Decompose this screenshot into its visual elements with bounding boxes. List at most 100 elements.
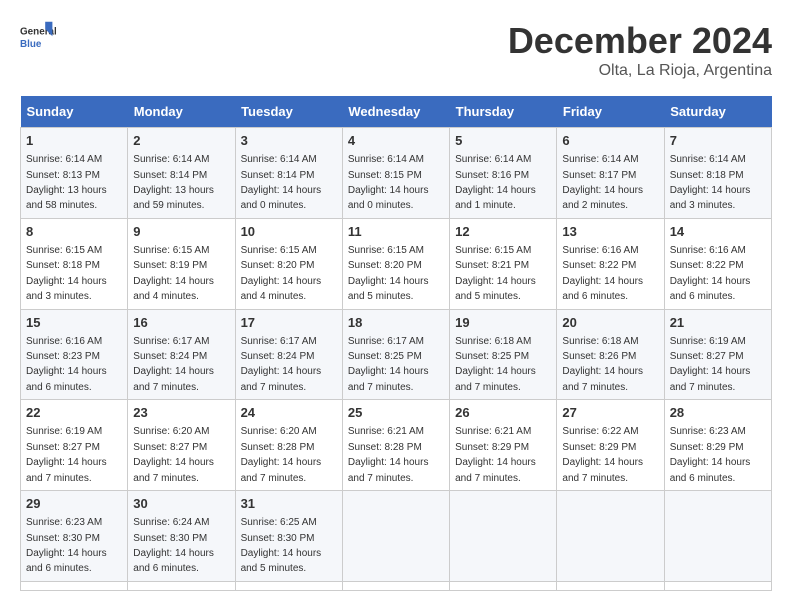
calendar-cell: 31 Sunrise: 6:25 AMSunset: 8:30 PMDaylig… <box>235 491 342 582</box>
day-number: 15 <box>26 314 122 332</box>
day-info: Sunrise: 6:20 AMSunset: 8:27 PMDaylight:… <box>133 426 214 483</box>
day-number: 2 <box>133 132 229 150</box>
day-number: 11 <box>348 223 444 241</box>
calendar-cell <box>450 581 557 590</box>
day-number: 23 <box>133 404 229 422</box>
day-info: Sunrise: 6:18 AMSunset: 8:25 PMDaylight:… <box>455 336 536 393</box>
day-number: 3 <box>241 132 337 150</box>
day-number: 19 <box>455 314 551 332</box>
calendar-cell: 14 Sunrise: 6:16 AMSunset: 8:22 PMDaylig… <box>664 218 771 309</box>
day-number: 7 <box>670 132 766 150</box>
day-info: Sunrise: 6:17 AMSunset: 8:25 PMDaylight:… <box>348 336 429 393</box>
header-thursday: Thursday <box>450 96 557 128</box>
calendar-cell: 23 Sunrise: 6:20 AMSunset: 8:27 PMDaylig… <box>128 400 235 491</box>
calendar-cell: 5 Sunrise: 6:14 AMSunset: 8:16 PMDayligh… <box>450 128 557 219</box>
day-info: Sunrise: 6:14 AMSunset: 8:18 PMDaylight:… <box>670 154 751 211</box>
day-info: Sunrise: 6:15 AMSunset: 8:20 PMDaylight:… <box>241 245 322 302</box>
logo-icon: GeneralBlue <box>20 20 56 56</box>
calendar-cell: 3 Sunrise: 6:14 AMSunset: 8:14 PMDayligh… <box>235 128 342 219</box>
day-info: Sunrise: 6:23 AMSunset: 8:30 PMDaylight:… <box>26 517 107 574</box>
day-info: Sunrise: 6:14 AMSunset: 8:17 PMDaylight:… <box>562 154 643 211</box>
day-number: 6 <box>562 132 658 150</box>
day-number: 17 <box>241 314 337 332</box>
day-number: 28 <box>670 404 766 422</box>
day-info: Sunrise: 6:14 AMSunset: 8:14 PMDaylight:… <box>241 154 322 211</box>
calendar-cell: 6 Sunrise: 6:14 AMSunset: 8:17 PMDayligh… <box>557 128 664 219</box>
logo: GeneralBlue <box>20 20 56 56</box>
day-info: Sunrise: 6:23 AMSunset: 8:29 PMDaylight:… <box>670 426 751 483</box>
calendar-cell: 21 Sunrise: 6:19 AMSunset: 8:27 PMDaylig… <box>664 309 771 400</box>
calendar-cell: 13 Sunrise: 6:16 AMSunset: 8:22 PMDaylig… <box>557 218 664 309</box>
calendar-cell <box>235 581 342 590</box>
calendar-cell <box>664 581 771 590</box>
calendar-cell: 1 Sunrise: 6:14 AMSunset: 8:13 PMDayligh… <box>21 128 128 219</box>
day-info: Sunrise: 6:22 AMSunset: 8:29 PMDaylight:… <box>562 426 643 483</box>
calendar-cell <box>342 491 449 582</box>
header-wednesday: Wednesday <box>342 96 449 128</box>
day-info: Sunrise: 6:16 AMSunset: 8:22 PMDaylight:… <box>670 245 751 302</box>
calendar-cell: 10 Sunrise: 6:15 AMSunset: 8:20 PMDaylig… <box>235 218 342 309</box>
calendar-cell <box>450 491 557 582</box>
calendar-row: 29 Sunrise: 6:23 AMSunset: 8:30 PMDaylig… <box>21 491 772 582</box>
calendar-table: Sunday Monday Tuesday Wednesday Thursday… <box>20 96 772 591</box>
day-number: 21 <box>670 314 766 332</box>
header-sunday: Sunday <box>21 96 128 128</box>
day-number: 27 <box>562 404 658 422</box>
page-header: GeneralBlue December 2024 Olta, La Rioja… <box>20 20 772 80</box>
calendar-cell <box>557 581 664 590</box>
calendar-cell: 27 Sunrise: 6:22 AMSunset: 8:29 PMDaylig… <box>557 400 664 491</box>
calendar-row: 1 Sunrise: 6:14 AMSunset: 8:13 PMDayligh… <box>21 128 772 219</box>
day-info: Sunrise: 6:14 AMSunset: 8:14 PMDaylight:… <box>133 154 214 211</box>
calendar-cell <box>21 581 128 590</box>
day-number: 31 <box>241 495 337 513</box>
calendar-cell: 24 Sunrise: 6:20 AMSunset: 8:28 PMDaylig… <box>235 400 342 491</box>
location: Olta, La Rioja, Argentina <box>508 62 772 80</box>
day-info: Sunrise: 6:14 AMSunset: 8:16 PMDaylight:… <box>455 154 536 211</box>
calendar-cell: 29 Sunrise: 6:23 AMSunset: 8:30 PMDaylig… <box>21 491 128 582</box>
calendar-cell: 28 Sunrise: 6:23 AMSunset: 8:29 PMDaylig… <box>664 400 771 491</box>
calendar-cell: 16 Sunrise: 6:17 AMSunset: 8:24 PMDaylig… <box>128 309 235 400</box>
day-number: 25 <box>348 404 444 422</box>
calendar-cell: 25 Sunrise: 6:21 AMSunset: 8:28 PMDaylig… <box>342 400 449 491</box>
day-number: 16 <box>133 314 229 332</box>
day-info: Sunrise: 6:20 AMSunset: 8:28 PMDaylight:… <box>241 426 322 483</box>
day-info: Sunrise: 6:15 AMSunset: 8:18 PMDaylight:… <box>26 245 107 302</box>
calendar-cell <box>557 491 664 582</box>
calendar-row: 8 Sunrise: 6:15 AMSunset: 8:18 PMDayligh… <box>21 218 772 309</box>
calendar-cell: 2 Sunrise: 6:14 AMSunset: 8:14 PMDayligh… <box>128 128 235 219</box>
calendar-cell: 8 Sunrise: 6:15 AMSunset: 8:18 PMDayligh… <box>21 218 128 309</box>
day-info: Sunrise: 6:16 AMSunset: 8:23 PMDaylight:… <box>26 336 107 393</box>
calendar-cell <box>664 491 771 582</box>
day-info: Sunrise: 6:15 AMSunset: 8:19 PMDaylight:… <box>133 245 214 302</box>
calendar-cell <box>342 581 449 590</box>
day-number: 4 <box>348 132 444 150</box>
day-number: 26 <box>455 404 551 422</box>
day-info: Sunrise: 6:15 AMSunset: 8:20 PMDaylight:… <box>348 245 429 302</box>
day-info: Sunrise: 6:14 AMSunset: 8:13 PMDaylight:… <box>26 154 107 211</box>
calendar-cell: 7 Sunrise: 6:14 AMSunset: 8:18 PMDayligh… <box>664 128 771 219</box>
title-block: December 2024 Olta, La Rioja, Argentina <box>508 20 772 80</box>
day-info: Sunrise: 6:14 AMSunset: 8:15 PMDaylight:… <box>348 154 429 211</box>
day-number: 22 <box>26 404 122 422</box>
svg-text:Blue: Blue <box>20 39 42 50</box>
day-number: 20 <box>562 314 658 332</box>
calendar-cell: 12 Sunrise: 6:15 AMSunset: 8:21 PMDaylig… <box>450 218 557 309</box>
day-number: 9 <box>133 223 229 241</box>
day-number: 24 <box>241 404 337 422</box>
calendar-cell: 26 Sunrise: 6:21 AMSunset: 8:29 PMDaylig… <box>450 400 557 491</box>
day-info: Sunrise: 6:24 AMSunset: 8:30 PMDaylight:… <box>133 517 214 574</box>
day-info: Sunrise: 6:16 AMSunset: 8:22 PMDaylight:… <box>562 245 643 302</box>
day-number: 12 <box>455 223 551 241</box>
day-info: Sunrise: 6:19 AMSunset: 8:27 PMDaylight:… <box>670 336 751 393</box>
header-monday: Monday <box>128 96 235 128</box>
calendar-row: 15 Sunrise: 6:16 AMSunset: 8:23 PMDaylig… <box>21 309 772 400</box>
day-info: Sunrise: 6:17 AMSunset: 8:24 PMDaylight:… <box>241 336 322 393</box>
day-number: 1 <box>26 132 122 150</box>
day-info: Sunrise: 6:15 AMSunset: 8:21 PMDaylight:… <box>455 245 536 302</box>
calendar-cell: 18 Sunrise: 6:17 AMSunset: 8:25 PMDaylig… <box>342 309 449 400</box>
day-number: 29 <box>26 495 122 513</box>
calendar-cell: 30 Sunrise: 6:24 AMSunset: 8:30 PMDaylig… <box>128 491 235 582</box>
calendar-row: 22 Sunrise: 6:19 AMSunset: 8:27 PMDaylig… <box>21 400 772 491</box>
calendar-row <box>21 581 772 590</box>
day-number: 8 <box>26 223 122 241</box>
